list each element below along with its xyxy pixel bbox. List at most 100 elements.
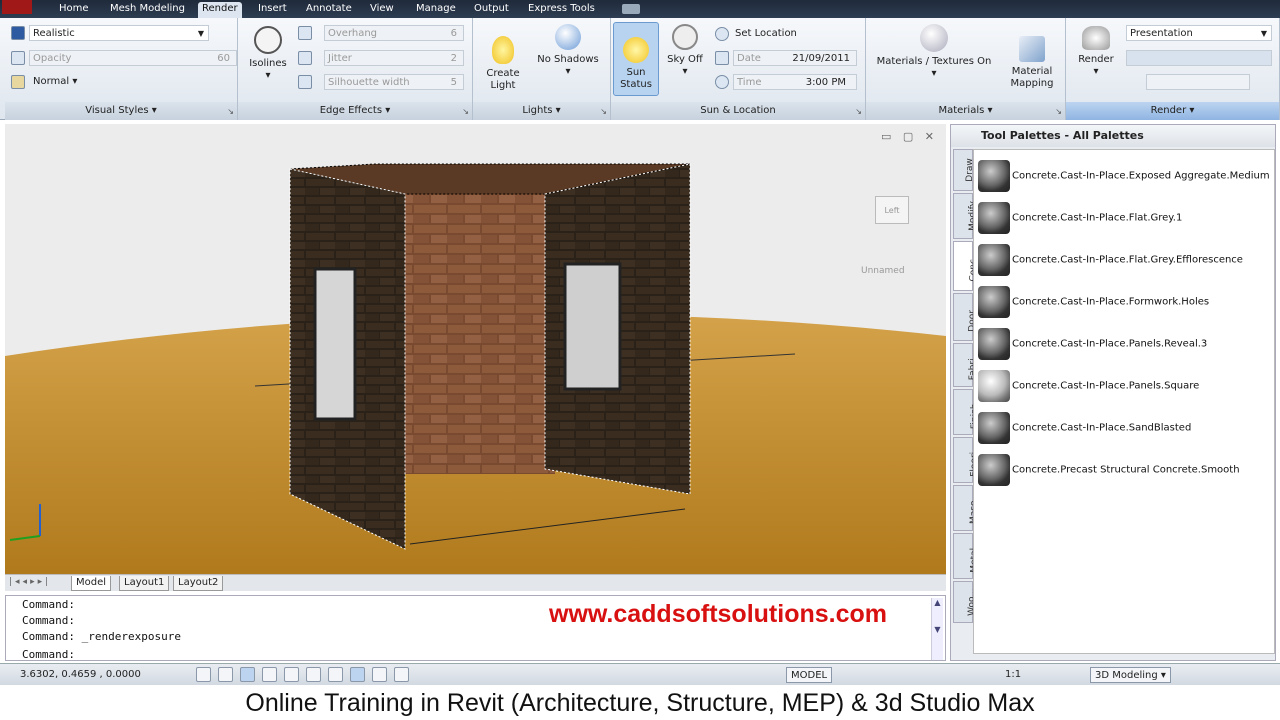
palette-tab[interactable]: Conc... <box>953 241 979 291</box>
workspace-select[interactable]: 3D Modeling ▾ <box>1090 667 1171 683</box>
panel-sun-location: Sun Status Sky Off ▾ Set Location Date 21/… <box>611 18 866 120</box>
tab-render[interactable]: Render <box>198 2 242 18</box>
tab-mesh-modeling[interactable]: Mesh Modeling <box>106 2 189 18</box>
material-swatch-icon <box>978 454 1010 486</box>
render-title[interactable]: Render ▾ <box>1066 102 1279 120</box>
3dosnap-toggle[interactable] <box>306 667 321 682</box>
time-field[interactable]: Time 3:00 PM <box>733 74 857 90</box>
render-preset-select[interactable]: Presentation ▼ <box>1126 25 1272 41</box>
snap-toggle[interactable] <box>196 667 211 682</box>
isolines-button[interactable]: Isolines ▾ <box>246 26 290 82</box>
visual-styles-launcher-icon[interactable]: ↘ <box>227 107 234 116</box>
ducs-toggle[interactable] <box>350 667 365 682</box>
annotation-scale[interactable]: 1:1 <box>1005 669 1021 680</box>
tab-annotate[interactable]: Annotate <box>302 2 356 18</box>
tab-output[interactable]: Output <box>470 2 513 18</box>
palette-item[interactable]: Concrete.Precast Structural Concrete.Smo… <box>976 452 1272 488</box>
osnap-toggle[interactable] <box>284 667 299 682</box>
tab-home[interactable]: Home <box>55 2 93 18</box>
palette-item[interactable]: Concrete.Cast-In-Place.Exposed Aggregate… <box>976 158 1272 194</box>
drawing-viewport[interactable]: ▭ ▢ ✕ Left Unnamed <box>5 124 946 574</box>
grid-toggle[interactable] <box>218 667 233 682</box>
palette-item[interactable]: Concrete.Cast-In-Place.Flat.Grey.Efflore… <box>976 242 1272 278</box>
render-output-field[interactable] <box>1126 50 1272 66</box>
opacity-slider[interactable]: Opacity 60 <box>29 50 237 66</box>
palette-tab[interactable]: Woo... <box>953 581 977 623</box>
palette-item[interactable]: Concrete.Cast-In-Place.Flat.Grey.1 <box>976 200 1272 236</box>
palette-tab[interactable]: Floori... <box>953 437 980 483</box>
panel-lights: Create Light No Shadows ▾ Lights ▾ ↘ <box>473 18 611 120</box>
sky-icon <box>672 24 698 50</box>
viewport-window-controls[interactable]: ▭ ▢ ✕ <box>881 130 938 143</box>
material-swatch-icon <box>978 244 1010 276</box>
lights-title[interactable]: Lights ▾ <box>473 102 610 120</box>
command-scrollbar[interactable]: ▲ ▼ <box>931 598 943 660</box>
silhouette-width-field[interactable]: Silhouette width 5 <box>324 74 464 90</box>
model-space-button[interactable]: MODEL <box>786 667 833 683</box>
materials-launcher-icon[interactable]: ↘ <box>1055 107 1062 116</box>
palette-item[interactable]: Concrete.Cast-In-Place.Panels.Square <box>976 368 1272 404</box>
materials-title[interactable]: Materials ▾ <box>866 102 1065 120</box>
layout-nav-arrows[interactable]: |◂◂▸▸| <box>9 577 51 587</box>
edge-effects-launcher-icon[interactable]: ↘ <box>462 107 469 116</box>
command-input[interactable]: Command: <box>22 648 75 661</box>
tab-layout1[interactable]: Layout1 <box>119 576 170 591</box>
tab-layout2[interactable]: Layout2 <box>173 576 224 591</box>
palette-tabs: Draw Modify Conc... Door... Fabri... Fin… <box>953 149 980 654</box>
edge-effects-title[interactable]: Edge Effects ▾ <box>238 102 472 120</box>
app-logo[interactable] <box>2 0 32 14</box>
tab-manage[interactable]: Manage <box>412 2 460 18</box>
visual-styles-title[interactable]: Visual Styles ▾ <box>5 102 237 120</box>
tab-insert[interactable]: Insert <box>254 2 291 18</box>
sun-status-button[interactable]: Sun Status <box>613 22 659 96</box>
palette-tab[interactable]: Maso... <box>953 485 979 531</box>
otrack-toggle[interactable] <box>328 667 343 682</box>
date-field[interactable]: Date 21/09/2011 <box>733 50 857 66</box>
dyn-toggle[interactable] <box>372 667 387 682</box>
viewcube[interactable]: Left <box>875 196 909 224</box>
visual-style-icon <box>11 26 25 40</box>
sun-location-launcher-icon[interactable]: ↘ <box>855 107 862 116</box>
palette-item[interactable]: Concrete.Cast-In-Place.Panels.Reveal.3 <box>976 326 1272 362</box>
palette-tab[interactable]: Draw <box>953 149 975 191</box>
face-mode-dropdown[interactable]: Normal ▾ <box>33 76 77 87</box>
render-quality-slider[interactable] <box>1146 74 1250 90</box>
sky-off-button[interactable]: Sky Off ▾ <box>663 24 707 78</box>
jitter-field[interactable]: Jitter 2 <box>324 50 464 66</box>
palette-title[interactable]: Tool Palettes - All Palettes <box>951 125 1275 147</box>
palette-item[interactable]: Concrete.Cast-In-Place.Formwork.Holes <box>976 284 1272 320</box>
lwt-toggle[interactable] <box>394 667 409 682</box>
palette-tab[interactable]: Modify <box>953 193 978 239</box>
palette-item[interactable]: Concrete.Cast-In-Place.SandBlasted <box>976 410 1272 446</box>
panel-render: Render ▾ Presentation ▼ Render ▾ <box>1066 18 1280 120</box>
tab-model[interactable]: Model <box>71 576 112 591</box>
opacity-icon <box>11 51 25 65</box>
visual-style-select[interactable]: Realistic ▼ <box>29 25 209 41</box>
ortho-toggle[interactable] <box>240 667 255 682</box>
materials-textures-button[interactable]: Materials / Textures On ▾ <box>872 24 996 80</box>
ribbon-tab-bar: Home Mesh Modeling Render Insert Annotat… <box>0 0 1280 18</box>
material-mapping-button[interactable]: Material Mapping <box>1006 24 1058 90</box>
material-sphere-icon <box>920 24 948 52</box>
palette-tab[interactable]: Fabri... <box>953 343 978 387</box>
palette-tab[interactable]: Metal... <box>953 533 980 579</box>
set-location-button[interactable]: Set Location <box>735 28 797 39</box>
palette-tab[interactable]: Door... <box>953 293 978 341</box>
sun-location-title[interactable]: Sun & Location <box>611 102 865 120</box>
lights-launcher-icon[interactable]: ↘ <box>600 107 607 116</box>
ribbon-minimize-icon[interactable] <box>622 4 640 14</box>
calendar-icon <box>715 51 729 65</box>
palette-tab[interactable]: Finish... <box>953 389 980 435</box>
material-swatch-icon <box>978 160 1010 192</box>
render-button[interactable]: Render ▾ <box>1072 26 1120 78</box>
no-shadows-button[interactable]: No Shadows ▾ <box>535 24 601 78</box>
layout-tab-bar: |◂◂▸▸| Model Layout1 Layout2 <box>5 574 946 591</box>
tab-view[interactable]: View <box>366 2 398 18</box>
shadows-icon <box>555 24 581 50</box>
wcs-menu[interactable]: Unnamed <box>861 266 905 276</box>
tab-express-tools[interactable]: Express Tools <box>524 2 599 18</box>
overhang-field[interactable]: Overhang 6 <box>324 25 464 41</box>
panel-edge-effects: Isolines ▾ Overhang 6 Jitter 2 Silhouette w… <box>238 18 473 120</box>
create-light-button[interactable]: Create Light <box>481 24 525 92</box>
polar-toggle[interactable] <box>262 667 277 682</box>
